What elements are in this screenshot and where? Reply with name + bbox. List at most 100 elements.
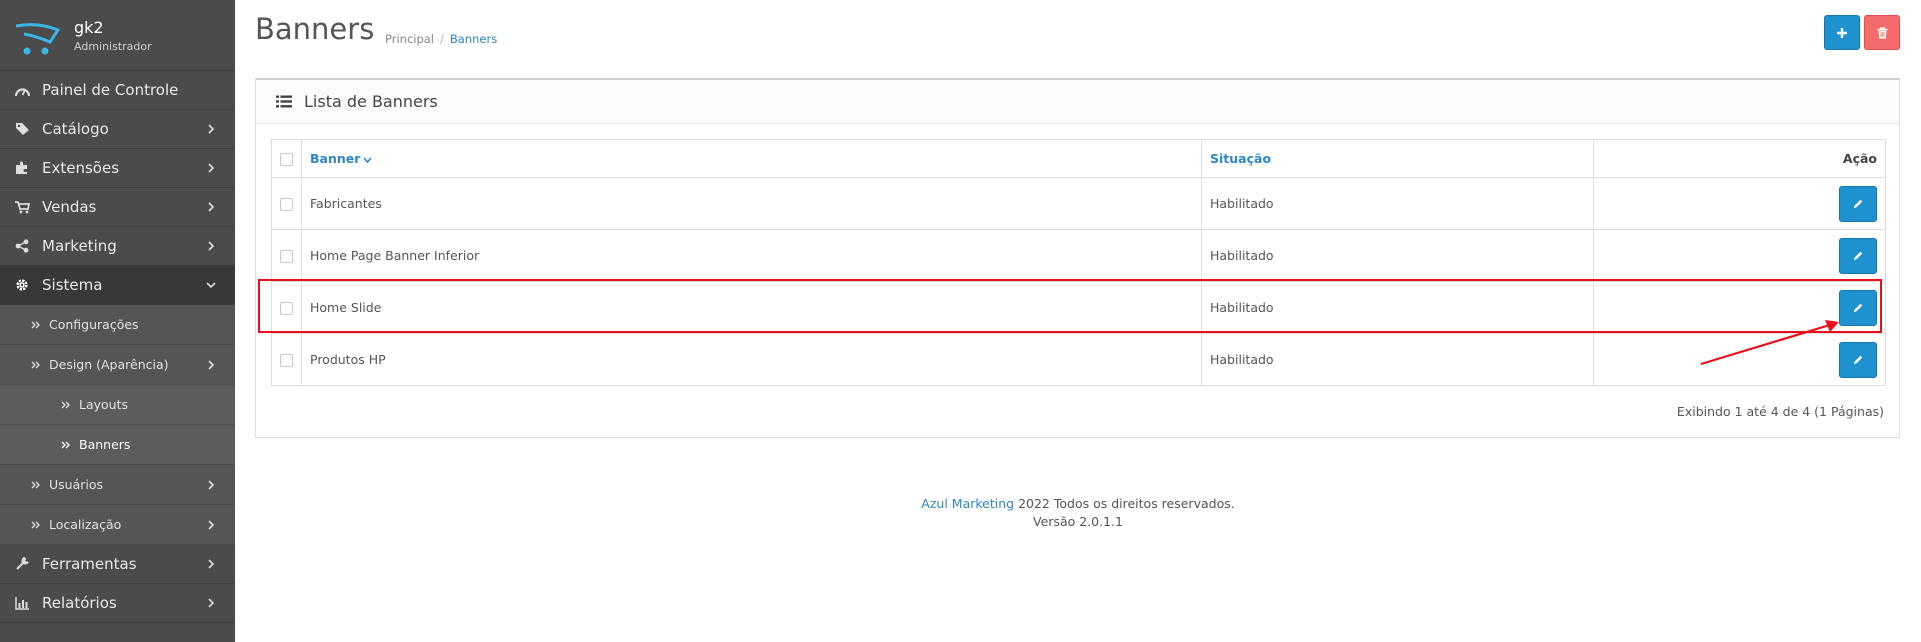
double-chevron-right-icon [60,439,72,451]
footer-copyright: Azul Marketing 2022 Todos os direitos re… [235,495,1921,513]
banner-status: Habilitado [1201,229,1594,282]
footer-link[interactable]: Azul Marketing [921,496,1014,511]
chevron-right-icon [208,163,215,173]
trash-icon [1877,26,1887,38]
sidebar-item-sales[interactable]: Vendas [0,188,235,227]
tags-icon [14,121,30,137]
pencil-icon [1854,355,1863,364]
sidebar-item-label: Vendas [42,198,97,216]
add-banner-button[interactable] [1824,15,1860,50]
sidebar-subitem-label: Banners [79,437,131,452]
footer-version: Versão 2.0.1.1 [1033,514,1123,529]
page-title: Banners [255,12,375,46]
double-chevron-right-icon [60,399,72,411]
row-action-cell [1593,177,1886,230]
table-row: Fabricantes Habilitado [271,177,1886,230]
sidebar-item-label: Marketing [42,237,117,255]
sidebar-subitem-banners[interactable]: Banners [0,425,235,465]
sidebar-subitem-label: Localização [49,517,122,532]
table-row: Home Slide Habilitado [271,281,1886,334]
row-action-cell [1593,333,1886,386]
sidebar-item-label: Relatórios [42,594,117,612]
chevron-right-icon [208,598,215,608]
plus-icon [1837,27,1847,38]
double-chevron-right-icon [30,319,42,331]
edit-button[interactable] [1839,185,1877,222]
sidebar-subitem-label: Layouts [79,397,129,412]
breadcrumb-home[interactable]: Principal [385,32,434,46]
select-all-checkbox[interactable] [280,153,293,166]
row-action-cell [1593,229,1886,282]
banner-name: Home Slide [301,281,1202,334]
delete-banner-button[interactable] [1864,15,1900,50]
banner-name: Fabricantes [301,177,1202,230]
breadcrumb-current[interactable]: Banners [450,32,497,46]
breadcrumb-separator: / [440,32,444,46]
sidebar-subitem-design[interactable]: Design (Aparência) [0,345,235,385]
sidebar-item-catalog[interactable]: Catálogo [0,110,235,149]
brand: gk2 Administrador [0,0,235,71]
panel-title: Lista de Banners [304,92,438,111]
table-header-row: Banner Situação Ação [271,139,1886,178]
sidebar-item-label: Catálogo [42,120,109,138]
chevron-right-icon [208,241,215,251]
panel-heading: Lista de Banners [256,80,1899,124]
banner-table: Banner Situação Ação Fabricantes Habilit… [271,139,1886,386]
double-chevron-right-icon [30,359,42,371]
row-select-cell [271,177,302,230]
row-select-cell [271,281,302,334]
banner-status: Habilitado [1201,333,1594,386]
edit-button[interactable] [1839,341,1877,378]
main-content: Banners Principal / Banners Lista de Banne… [235,0,1921,642]
chevron-right-icon [208,559,215,569]
puzzle-icon [14,160,30,176]
column-status-label: Situação [1210,151,1272,166]
column-action: Ação [1593,139,1886,178]
chevron-right-icon [208,480,215,490]
row-checkbox[interactable] [280,302,293,315]
banner-name: Produtos HP [301,333,1202,386]
column-banner-label: Banner [310,151,361,166]
double-chevron-right-icon [30,519,42,531]
list-icon [276,95,292,109]
pagination-info: Exibindo 1 até 4 de 4 (1 Páginas) [1676,404,1884,419]
edit-button[interactable] [1839,289,1877,326]
sidebar-subitem-users[interactable]: Usuários [0,465,235,505]
sidebar-item-reports[interactable]: Relatórios [0,584,235,623]
sidebar-item-system[interactable]: Sistema [0,266,235,305]
chevron-right-icon [208,520,215,530]
footer-text: 2022 Todos os direitos reservados. [1018,496,1235,511]
sidebar-subitem-settings[interactable]: Configurações [0,305,235,345]
row-checkbox[interactable] [280,250,293,263]
edit-button[interactable] [1839,237,1877,274]
sidebar-item-tools[interactable]: Ferramentas [0,545,235,584]
row-action-cell [1593,281,1886,334]
select-all-cell [271,139,302,178]
sidebar-item-dashboard[interactable]: Painel de Controle [0,71,235,110]
sidebar-item-marketing[interactable]: Marketing [0,227,235,266]
sidebar-item-extensions[interactable]: Extensões [0,149,235,188]
column-banner[interactable]: Banner [301,139,1202,178]
sidebar-item-label: Ferramentas [42,555,137,573]
double-chevron-right-icon [30,479,42,491]
sidebar-item-label: Sistema [42,276,103,294]
bar-chart-icon [14,595,30,611]
row-select-cell [271,333,302,386]
chevron-down-icon [206,282,216,289]
dashboard-icon [14,82,30,98]
sidebar-subitem-label: Configurações [49,317,139,332]
banner-status: Habilitado [1201,177,1594,230]
table-row: Home Page Banner Inferior Habilitado [271,229,1886,282]
row-checkbox[interactable] [280,198,293,211]
banner-status: Habilitado [1201,281,1594,334]
column-status[interactable]: Situação [1201,139,1594,178]
sidebar-subitem-localization[interactable]: Localização [0,505,235,545]
sidebar-item-label: Painel de Controle [42,81,179,99]
sidebar-subitem-label: Design (Aparência) [49,357,169,372]
sidebar-subitem-layouts[interactable]: Layouts [0,385,235,425]
sidebar-item-label: Extensões [42,159,120,177]
table-row: Produtos HP Habilitado [271,333,1886,386]
cart-logo-icon [15,23,60,55]
column-action-label: Ação [1842,151,1877,166]
row-checkbox[interactable] [280,354,293,367]
